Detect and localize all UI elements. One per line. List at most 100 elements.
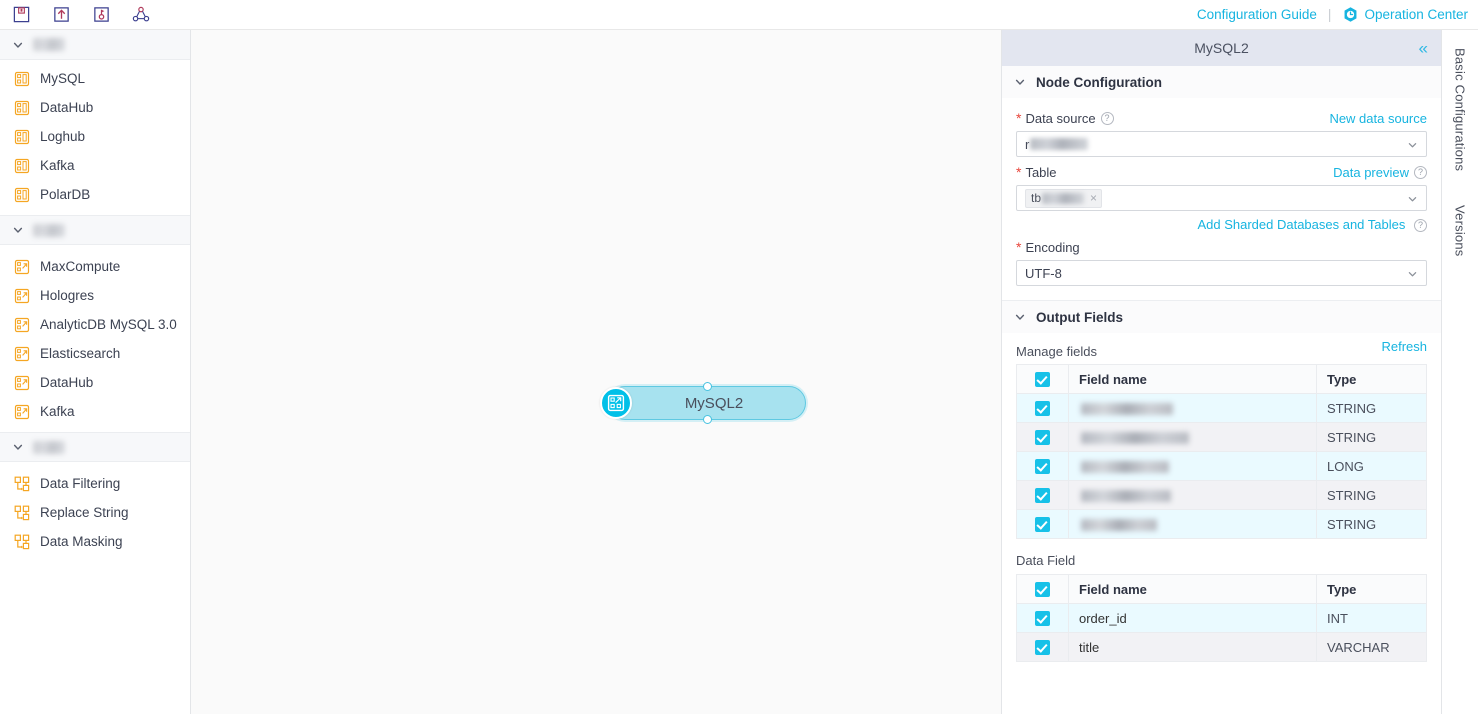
encoding-value: UTF-8 bbox=[1025, 265, 1062, 281]
sidebar-item-data-masking[interactable]: Data Masking bbox=[0, 527, 190, 556]
cell-field-name bbox=[1068, 451, 1317, 482]
sidebar-item-data-filtering[interactable]: Data Filtering bbox=[0, 469, 190, 498]
refresh-link[interactable]: Refresh bbox=[1381, 339, 1427, 354]
configuration-guide-link[interactable]: Configuration Guide bbox=[1197, 7, 1317, 22]
new-data-source-link[interactable]: New data source bbox=[1329, 111, 1427, 126]
sidebar-item-label: Data Filtering bbox=[40, 475, 121, 491]
row-checkbox[interactable] bbox=[1035, 488, 1050, 504]
table-row[interactable]: STRING bbox=[1016, 422, 1427, 453]
data-preview-label: Data preview bbox=[1333, 164, 1409, 180]
table-select[interactable]: tb × bbox=[1016, 185, 1427, 211]
transform-icon bbox=[13, 533, 31, 551]
encoding-select[interactable]: UTF-8 bbox=[1016, 260, 1427, 287]
table-tag-prefix: tb bbox=[1031, 191, 1042, 205]
sidebar-item-mysql[interactable]: MySQL bbox=[0, 64, 190, 93]
field-name-redacted bbox=[1081, 519, 1157, 532]
required-asterisk: * bbox=[1016, 164, 1022, 180]
sidebar-group-header-3[interactable] bbox=[0, 432, 190, 462]
cell-field-name bbox=[1068, 393, 1317, 424]
sidebar-item-label: MySQL bbox=[40, 70, 86, 86]
panel-header: MySQL2 « bbox=[1002, 30, 1441, 66]
column-field-name: Field name bbox=[1068, 364, 1317, 395]
row-select-cell bbox=[1016, 480, 1069, 511]
sidebar-item-polardb[interactable]: PolarDB bbox=[0, 180, 190, 209]
sidebar-item-datahub-source[interactable]: DataHub bbox=[0, 93, 190, 122]
sink-table-icon bbox=[13, 403, 31, 421]
section-header-node-configuration[interactable]: Node Configuration bbox=[1002, 66, 1441, 98]
select-all-checkbox[interactable] bbox=[1035, 582, 1050, 598]
table-row[interactable]: LONG bbox=[1016, 451, 1427, 482]
table-row[interactable]: order_id INT bbox=[1016, 603, 1427, 634]
data-preview-link[interactable]: Data preview ? bbox=[1333, 165, 1427, 180]
question-mark-icon[interactable]: ? bbox=[1414, 165, 1427, 179]
sidebar-item-hologres[interactable]: Hologres bbox=[0, 281, 190, 310]
row-checkbox[interactable] bbox=[1035, 640, 1050, 656]
tab-versions[interactable]: Versions bbox=[1453, 199, 1468, 262]
collapse-panel-icon[interactable]: « bbox=[1419, 40, 1428, 57]
node-port-bottom[interactable] bbox=[702, 415, 712, 424]
data-source-label-row: * Data source ? New data source bbox=[1016, 107, 1427, 129]
source-table-icon bbox=[13, 186, 31, 204]
row-checkbox[interactable] bbox=[1035, 401, 1050, 417]
app-root: Configuration Guide | Operation Center M… bbox=[0, 0, 1478, 714]
table-row[interactable]: STRING bbox=[1016, 393, 1427, 424]
table-tag[interactable]: tb × bbox=[1025, 188, 1103, 208]
question-mark-icon[interactable]: ? bbox=[1414, 219, 1427, 233]
submit-upload-icon[interactable] bbox=[48, 2, 74, 28]
sidebar-group-header-1[interactable] bbox=[0, 30, 190, 60]
table-header-row: Field name Type bbox=[1016, 574, 1427, 605]
operation-center-link[interactable]: Operation Center bbox=[1342, 6, 1468, 23]
node-port-top[interactable] bbox=[702, 382, 712, 391]
sidebar-item-datahub-sink[interactable]: DataHub bbox=[0, 368, 190, 397]
topology-icon[interactable] bbox=[128, 2, 154, 28]
source-table-icon bbox=[13, 99, 31, 117]
sidebar-group-header-2[interactable] bbox=[0, 215, 190, 245]
sidebar-item-kafka-source[interactable]: Kafka bbox=[0, 151, 190, 180]
sidebar-group-body-3: Data Filtering Replace String Data Maski… bbox=[0, 462, 190, 562]
cell-type: STRING bbox=[1316, 509, 1427, 540]
sink-table-icon bbox=[13, 345, 31, 363]
sidebar-item-maxcompute[interactable]: MaxCompute bbox=[0, 252, 190, 281]
table-row[interactable]: STRING bbox=[1016, 509, 1427, 540]
question-mark-icon[interactable]: ? bbox=[1100, 111, 1114, 125]
data-field-label: Data Field bbox=[1016, 553, 1076, 569]
section-title: Output Fields bbox=[1036, 309, 1123, 325]
publish-icon[interactable] bbox=[88, 2, 114, 28]
row-checkbox[interactable] bbox=[1035, 517, 1050, 533]
row-checkbox[interactable] bbox=[1035, 611, 1050, 627]
canvas-node-mysql2[interactable]: MySQL2 bbox=[600, 382, 806, 424]
source-table-icon bbox=[13, 128, 31, 146]
mysql-source-node-icon bbox=[600, 387, 632, 419]
tab-basic-configurations[interactable]: Basic Configurations bbox=[1453, 42, 1468, 177]
row-checkbox[interactable] bbox=[1035, 459, 1050, 475]
table-row[interactable]: title VARCHAR bbox=[1016, 632, 1427, 663]
section-header-output-fields[interactable]: Output Fields bbox=[1002, 301, 1441, 334]
required-asterisk: * bbox=[1016, 110, 1022, 126]
sidebar-item-loghub[interactable]: Loghub bbox=[0, 122, 190, 151]
sidebar-item-label: Kafka bbox=[40, 157, 75, 173]
row-checkbox[interactable] bbox=[1035, 430, 1050, 446]
toolbar-links: Configuration Guide | Operation Center bbox=[1197, 6, 1478, 23]
sidebar-item-label: PolarDB bbox=[40, 186, 91, 202]
cell-type: STRING bbox=[1316, 393, 1427, 424]
remove-tag-icon[interactable]: × bbox=[1090, 191, 1097, 205]
add-sharded-databases-link[interactable]: Add Sharded Databases and Tables bbox=[1197, 217, 1405, 232]
component-sidebar: MySQL DataHub Loghub Kafka PolarDB MaxCo… bbox=[0, 30, 191, 714]
data-source-select[interactable]: r bbox=[1016, 131, 1427, 157]
chevron-down-icon bbox=[12, 441, 24, 453]
sidebar-item-label: Data Masking bbox=[40, 533, 123, 549]
output-fields-table: Field name Type STRING STRING LONG STRIN… bbox=[1016, 364, 1427, 540]
sidebar-item-analyticdb-mysql[interactable]: AnalyticDB MySQL 3.0 bbox=[0, 310, 190, 339]
save-icon[interactable] bbox=[8, 2, 34, 28]
field-name-redacted bbox=[1081, 490, 1171, 503]
sidebar-item-label: DataHub bbox=[40, 99, 94, 115]
sidebar-item-replace-string[interactable]: Replace String bbox=[0, 498, 190, 527]
pipeline-canvas[interactable]: MySQL2 bbox=[191, 30, 1003, 714]
table-row[interactable]: STRING bbox=[1016, 480, 1427, 511]
select-all-checkbox[interactable] bbox=[1035, 372, 1050, 388]
sidebar-item-elasticsearch[interactable]: Elasticsearch bbox=[0, 339, 190, 368]
sink-table-icon bbox=[13, 258, 31, 276]
sidebar-group-label-redacted-2 bbox=[33, 223, 65, 237]
sidebar-item-kafka-sink[interactable]: Kafka bbox=[0, 397, 190, 426]
encoding-label: Encoding bbox=[1025, 239, 1080, 255]
